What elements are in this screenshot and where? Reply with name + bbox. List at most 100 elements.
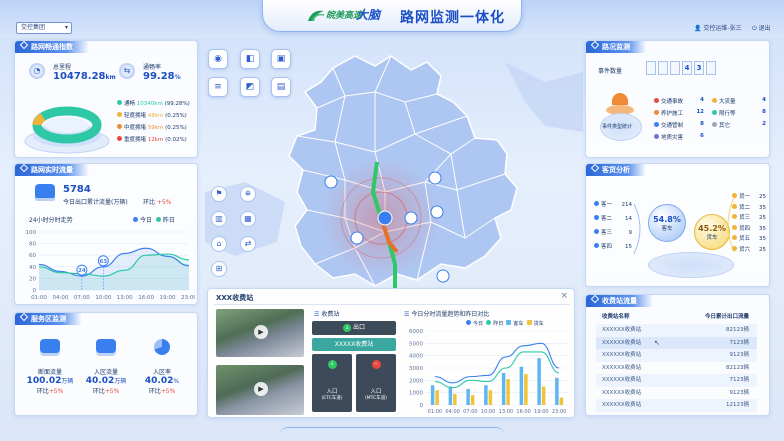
table-row[interactable]: XXXXXX收费站 ↖ 7123辆: [596, 336, 757, 349]
traffic-light-icon[interactable]: ≡: [208, 77, 228, 97]
road-legend-item: 中度拥堵 59km (0.25%): [117, 123, 197, 135]
event-item[interactable]: 其它 2: [712, 121, 766, 129]
event-item[interactable]: 大流量 4: [712, 97, 766, 105]
event-value: 4: [700, 97, 704, 103]
event-label: 大流量: [719, 99, 736, 105]
popup-close-button[interactable]: ×: [560, 291, 568, 301]
bus-label: 客一: [601, 202, 613, 208]
table-row[interactable]: XXXXXX收费站 7123辆: [596, 374, 757, 387]
panel-title: 路网畅通指数: [15, 41, 89, 53]
event-item[interactable]: 地质灾害 6: [654, 133, 712, 141]
bar-truck: [453, 393, 457, 405]
data-label: 24: [78, 268, 86, 274]
table-header: 收费站名称 今日累计出口流量: [596, 311, 757, 324]
service-unit: 万辆: [61, 378, 74, 385]
bar-bus: [430, 385, 435, 405]
popup-divider: [214, 304, 570, 305]
ring-label: 环比: [143, 199, 156, 206]
display-icon[interactable]: ▤: [271, 77, 291, 97]
event-panel: 路况监测 事件数量 4 3 事件类型统计 交通事故 4 大流量 4 养护施工 1…: [585, 40, 770, 158]
table-row[interactable]: XXXXXX收费站 9123辆: [596, 387, 757, 400]
legend-swatch: [712, 110, 717, 115]
cctv-icon[interactable]: ◧: [240, 49, 260, 69]
ring-label: 环比: [148, 388, 161, 395]
map-layer-icon[interactable]: ▦: [240, 211, 256, 227]
bus-value: 15: [625, 244, 632, 250]
legend-swatch: [732, 203, 737, 209]
home-layer-icon[interactable]: ⌂: [211, 236, 227, 252]
exit-button[interactable]: ⏻ 退出: [752, 23, 771, 33]
table-row[interactable]: XXXXXX收费站 82123辆: [596, 362, 757, 375]
entry-lane-mtc[interactable]: − 入口 (MTC车道): [356, 354, 396, 412]
cursor-icon: ↖: [654, 338, 660, 347]
play-icon[interactable]: ▶: [254, 382, 268, 396]
legend-label: 重度拥堵: [124, 137, 147, 143]
route-layer-icon[interactable]: ⇄: [240, 236, 256, 252]
x-tick-label: 16:00: [516, 409, 530, 415]
ring-label: 环比: [92, 388, 105, 395]
province-map[interactable]: [205, 42, 583, 292]
road-rate-number: 99.28: [143, 71, 175, 82]
row-name: XXXXXX收费站: [602, 352, 642, 358]
x-tick-label: 19:00: [534, 409, 548, 415]
legend-swatch: [506, 320, 512, 325]
y-tick-label: 3000: [409, 366, 423, 372]
legend-swatch: [466, 320, 471, 325]
counter-digit: [670, 61, 680, 75]
legend-pct: (0.02%): [165, 137, 187, 143]
event-item[interactable]: 养护施工 12: [654, 109, 712, 117]
exit-label: 退出: [758, 25, 771, 32]
event-counter: 4 3: [646, 61, 716, 75]
bar-bus: [484, 385, 488, 405]
table-row[interactable]: XXXXXX收费站 9123辆: [596, 349, 757, 362]
compare-bar-chart: 0 1000 2000 3000 4000 5000 6000 01:00 04:00 07:00…: [409, 329, 568, 415]
legend-swatch: [654, 98, 659, 103]
group-select[interactable]: 交控集团 ▾: [16, 22, 72, 34]
truck-item: 货一 25: [732, 192, 766, 203]
row-name: XXXXXX收费站: [602, 377, 642, 383]
legend-swatch: [732, 224, 737, 230]
row-name: XXXXXX收费站: [602, 402, 642, 408]
event-item[interactable]: 交通事故 4: [654, 97, 712, 105]
truck-label: 货二: [739, 204, 751, 211]
camera-layer-button[interactable]: ◉: [208, 49, 228, 69]
camera-icon[interactable]: ◩: [240, 77, 260, 97]
legend-swatch: [654, 110, 659, 115]
row-value: 7123辆: [729, 339, 750, 346]
service-card: 入区率 40.02% 环比+5%: [135, 335, 189, 413]
bus-item: 客三 9: [594, 226, 632, 240]
service-number: 40.02: [144, 376, 174, 386]
event-item[interactable]: 交通管制 8: [654, 121, 712, 129]
screen-icon[interactable]: ▣: [271, 49, 291, 69]
truck-label: 货一: [739, 194, 751, 200]
road-rate-unit: %: [174, 74, 181, 81]
toll-panel: 收费站流量 收费站名称 今日累计出口流量 XXXXXX收费站 82123辆 XXXX…: [585, 294, 770, 416]
ring-value: +5%: [160, 388, 176, 395]
y-tick-label: 100: [26, 230, 37, 236]
camera-video[interactable]: ▶: [216, 309, 304, 357]
toll-layer-icon[interactable]: ⊞: [211, 261, 227, 277]
entry-lane-etc[interactable]: ↓ 入口 (ETC车道): [312, 354, 352, 412]
x-tick-label: 04:00: [445, 409, 459, 415]
group-select-value: 交控集团: [21, 24, 46, 31]
event-item[interactable]: 限行等 8: [712, 109, 766, 117]
truck-value: 25: [759, 246, 766, 253]
road-rate-icon: ⇆: [119, 63, 135, 79]
table-row[interactable]: XXXXXX收费站 82123辆: [596, 324, 757, 337]
page-title: 路网监测一体化: [400, 10, 505, 26]
service-layer-icon[interactable]: ⛯: [240, 186, 256, 202]
x-tick-label: 16:00: [138, 295, 154, 301]
col-value: 今日累计出口流量: [704, 314, 749, 320]
pie-chart-icon: [154, 339, 170, 355]
popup-title: XXX收费站: [216, 294, 254, 302]
road-rate-value: 99.28%: [143, 71, 181, 82]
row-value: 82123辆: [726, 327, 749, 333]
legend-swatch: [117, 112, 122, 117]
user-menu[interactable]: 👤 交控运维-张三: [694, 23, 742, 32]
play-icon[interactable]: ▶: [254, 325, 268, 339]
road-total-number: 10478.28: [53, 71, 106, 82]
camera-video[interactable]: ▶: [216, 365, 304, 415]
table-row[interactable]: XXXXXX收费站 12123辆: [596, 399, 757, 412]
vehicle-layer-icon[interactable]: ⚑: [211, 186, 227, 202]
building-layer-icon[interactable]: ▥: [211, 211, 227, 227]
